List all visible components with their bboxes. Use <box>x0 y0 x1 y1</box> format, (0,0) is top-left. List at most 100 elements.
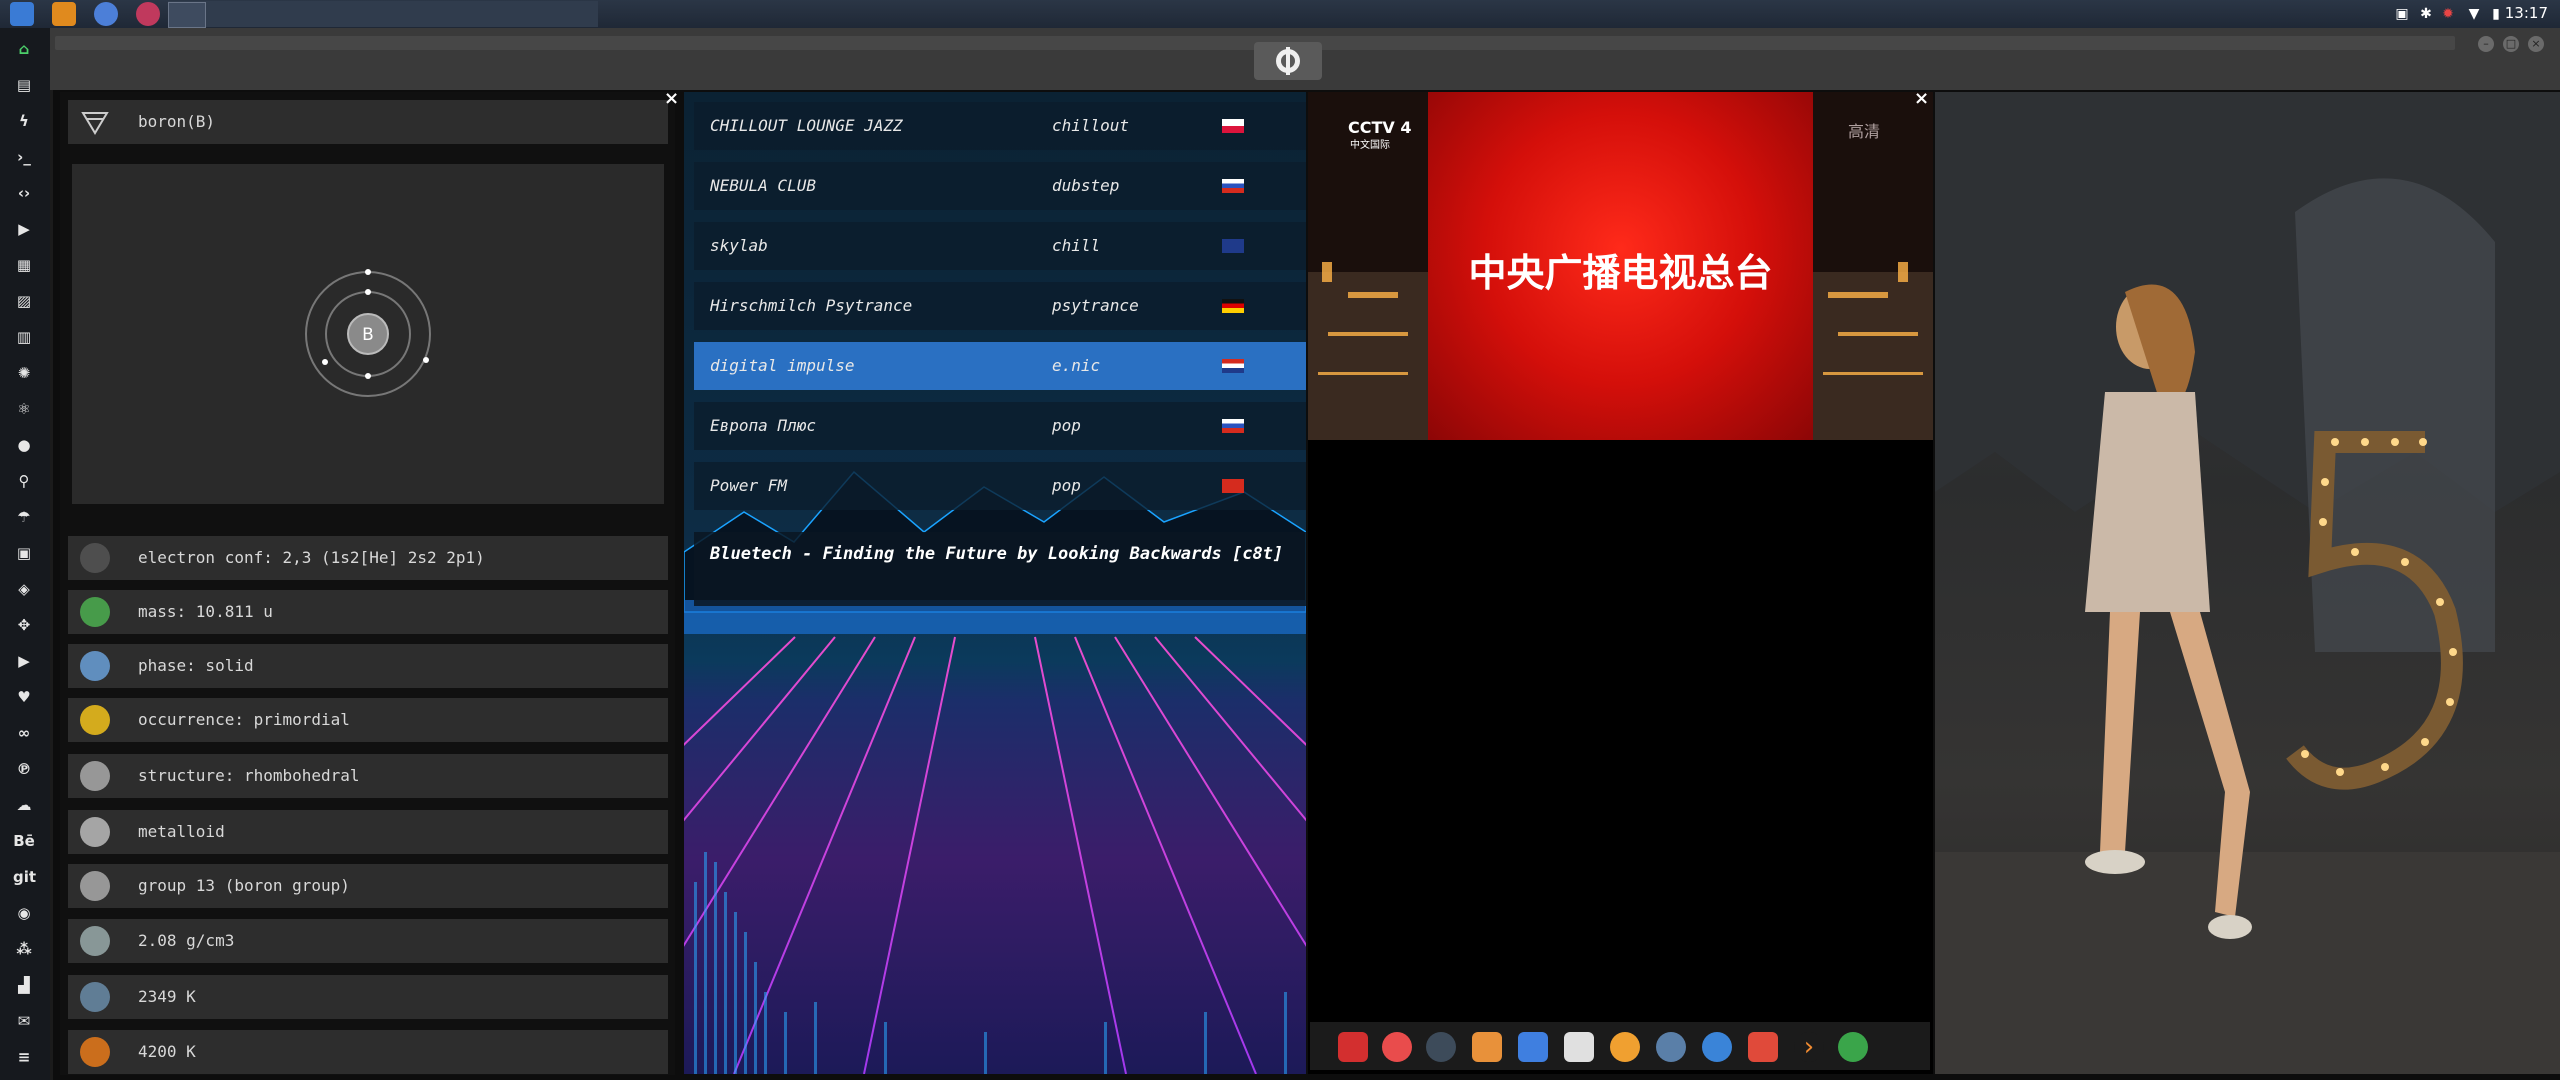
germany-flag-icon <box>1222 299 1244 313</box>
element-property-row[interactable]: structure: rhombohedral <box>68 754 668 798</box>
alchemy-boron-icon <box>81 112 109 135</box>
radio-station-row[interactable]: digital impulse e.nic <box>694 342 1306 390</box>
globe-icon[interactable]: ● <box>13 434 35 456</box>
melting-point-icon <box>80 982 110 1012</box>
station-genre: psytrance <box>1052 296 1139 315</box>
play-icon[interactable]: ▶ <box>13 218 35 240</box>
image-icon[interactable]: ▨ <box>13 290 35 312</box>
clock-app-icon[interactable] <box>1656 1032 1686 1062</box>
infinity-icon[interactable]: ∞ <box>13 722 35 744</box>
behance-icon[interactable]: Bē <box>13 830 35 852</box>
photos-icon[interactable] <box>1472 1032 1502 1062</box>
app-icon[interactable] <box>136 2 160 26</box>
youtube-icon[interactable]: ▶ <box>13 650 35 672</box>
maximize-button[interactable]: □ <box>2503 36 2519 52</box>
minimize-button[interactable]: – <box>2478 36 2494 52</box>
mass-icon <box>80 597 110 627</box>
github-icon[interactable]: ◉ <box>13 902 35 924</box>
element-panel-close-icon[interactable]: × <box>664 88 679 109</box>
git-icon[interactable]: git <box>13 866 36 888</box>
group-icon <box>80 871 110 901</box>
tv-panel-close-icon[interactable]: × <box>1914 88 1929 109</box>
element-property-row[interactable]: 4200 K <box>68 1030 668 1074</box>
now-playing-banner[interactable]: Bluetech - Finding the Future by Looking… <box>694 532 1306 606</box>
clock[interactable]: 13:17 <box>2505 4 2548 22</box>
adobe-icon[interactable] <box>1338 1032 1368 1062</box>
expand-icon[interactable]: ✥ <box>13 614 35 636</box>
search-icon[interactable]: ⚲ <box>13 470 35 492</box>
document-icon[interactable]: ▤ <box>13 74 35 96</box>
app-launcher-bar: › <box>1310 1022 1930 1070</box>
photo-panel <box>1935 92 2560 1074</box>
browser-icon[interactable] <box>1702 1032 1732 1062</box>
radio-station-row[interactable]: CHILLOUT LOUNGE JAZZ chillout <box>694 102 1306 150</box>
bolt-icon[interactable]: ϟ <box>13 110 35 132</box>
tv-video[interactable]: 中央广播电视总台 CCTV 4 中文国际 高清 <box>1308 92 1933 440</box>
russia-flag-icon <box>1222 419 1244 433</box>
uk-flag-icon <box>1222 239 1244 253</box>
station-name: CHILLOUT LOUNGE JAZZ <box>710 116 903 135</box>
cloud-icon[interactable]: ☁ <box>13 794 35 816</box>
search-app-icon[interactable] <box>1610 1032 1640 1062</box>
density-icon <box>80 926 110 956</box>
radio-station-row[interactable]: Power FM pop <box>694 462 1306 510</box>
atom-icon[interactable]: ⚛ <box>13 398 35 420</box>
tv-screen-text: 中央广播电视总台 <box>1468 251 1773 295</box>
radio-station-row[interactable]: NEBULA CLUB dubstep <box>694 162 1306 210</box>
active-window-tab[interactable] <box>168 2 206 28</box>
settings-icon[interactable]: ≡ <box>13 1046 35 1068</box>
globe-dark-icon[interactable] <box>1426 1032 1456 1062</box>
element-property-row[interactable]: group 13 (boron group) <box>68 864 668 908</box>
arrow-icon[interactable]: › <box>1794 1032 1824 1062</box>
hourglass-icon[interactable] <box>1382 1032 1412 1062</box>
element-property-row[interactable]: 2349 K <box>68 975 668 1019</box>
element-property-row[interactable]: occurrence: primordial <box>68 698 668 742</box>
umbrella-icon[interactable]: ☂ <box>13 506 35 528</box>
boxes-icon[interactable]: ⁂ <box>13 938 35 960</box>
station-name: Европа Плюс <box>710 416 816 435</box>
chromium-icon[interactable] <box>94 2 118 26</box>
sublime-icon[interactable] <box>52 2 76 26</box>
lightning-icon <box>80 705 110 735</box>
notes-icon[interactable] <box>1564 1032 1594 1062</box>
russia-flag-icon <box>1222 179 1244 193</box>
contacts-icon[interactable]: ▦ <box>13 254 35 276</box>
heart-icon[interactable]: ♥ <box>13 686 35 708</box>
element-property-label: metalloid <box>138 822 225 841</box>
element-property-row[interactable]: mass: 10.811 u <box>68 590 668 634</box>
news-icon[interactable]: ▥ <box>13 326 35 348</box>
element-property-label: phase: solid <box>138 656 254 675</box>
element-property-label: electron conf: 2,3 (1s2[He] 2s2 2p1) <box>138 548 485 567</box>
pinterest-icon[interactable]: ℗ <box>13 758 35 780</box>
translate-icon[interactable] <box>1518 1032 1548 1062</box>
atom-phase-icon <box>80 651 110 681</box>
element-property-row[interactable]: phase: solid <box>68 644 668 688</box>
mail-icon[interactable]: ✉ <box>13 1010 35 1032</box>
calendar-icon[interactable] <box>1748 1032 1778 1062</box>
yandex-icon[interactable] <box>1838 1032 1868 1062</box>
element-property-row[interactable]: metalloid <box>68 810 668 854</box>
code-icon[interactable]: ‹› <box>13 182 35 204</box>
bluetooth-icon[interactable]: ✱ <box>2418 6 2434 22</box>
map-icon[interactable]: ▟ <box>13 974 35 996</box>
radio-station-row[interactable]: skylab chill <box>694 222 1306 270</box>
update-icon[interactable]: ✹ <box>2440 6 2456 22</box>
station-genre: pop <box>1052 416 1081 435</box>
taskbar-strip[interactable] <box>168 1 598 28</box>
close-button[interactable]: × <box>2528 36 2544 52</box>
element-property-row[interactable]: 2.08 g/cm3 <box>68 919 668 963</box>
radio-station-row[interactable]: Hirschmilch Psytrance psytrance <box>694 282 1306 330</box>
radio-station-row[interactable]: Европа Плюс pop <box>694 402 1306 450</box>
terminal-icon[interactable]: ›_ <box>13 146 35 168</box>
element-panel: boron(B) B electron conf: 2,3 (1s2[He] 2… <box>60 92 675 1075</box>
screenshot-tray-icon[interactable]: ▣ <box>2394 6 2410 22</box>
battery-icon[interactable]: ▮ <box>2488 6 2504 22</box>
home-icon[interactable]: ⌂ <box>13 38 35 60</box>
tag-icon[interactable]: ◈ <box>13 578 35 600</box>
rebel-alliance-icon[interactable] <box>1254 42 1322 80</box>
film-icon[interactable]: ✺ <box>13 362 35 384</box>
element-property-row[interactable]: electron conf: 2,3 (1s2[He] 2s2 2p1) <box>68 536 668 580</box>
id-card-icon[interactable]: ▣ <box>13 542 35 564</box>
files-icon[interactable] <box>10 2 34 26</box>
wifi-icon[interactable]: ▼ <box>2466 6 2482 22</box>
